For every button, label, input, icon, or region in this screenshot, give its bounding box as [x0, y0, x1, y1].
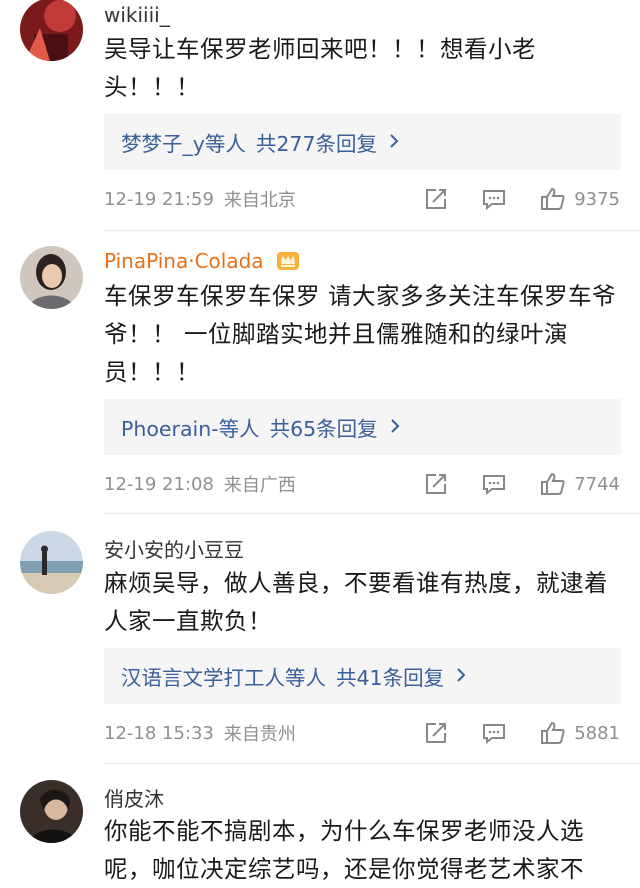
reply-users: 汉语言文学打工人等人	[121, 666, 326, 690]
comment-meta: 12-19 21:08 来自广西 7744	[104, 469, 620, 499]
reply-users: Phoerain-等人	[121, 417, 260, 441]
location: 来自广西	[223, 475, 296, 496]
like-count: 9375	[574, 188, 620, 210]
reply-users: 梦梦子_y等人	[121, 132, 246, 156]
reply-summary[interactable]: 汉语言文学打工人等人 共41条回复	[104, 648, 621, 704]
thumbs-up-icon[interactable]: 7744	[540, 472, 620, 496]
location: 来自贵州	[223, 724, 296, 745]
timestamp: 12-19 21:59	[104, 188, 214, 210]
comment-text: 吴导让车保罗老师回来吧！！！想看小老头！！！	[104, 35, 536, 101]
reply-summary[interactable]: Phoerain-等人 共65条回复	[104, 399, 621, 455]
username[interactable]: PinaPina·Colada	[104, 249, 300, 276]
comment-text: 麻烦吴导，做人善良，不要看谁有热度，就逮着人家一直欺负！	[104, 569, 608, 635]
avatar[interactable]	[20, 780, 83, 843]
username[interactable]: 俏皮沐	[104, 783, 164, 812]
reply-count: 共41条回复	[336, 666, 445, 690]
location: 来自北京	[223, 190, 296, 211]
like-count: 5881	[574, 722, 620, 744]
share-icon[interactable]	[424, 722, 448, 744]
username[interactable]: wikiiii_	[104, 3, 170, 27]
thumbs-up-icon[interactable]: 5881	[540, 721, 620, 745]
divider	[104, 513, 640, 514]
avatar[interactable]	[20, 246, 83, 309]
comment-icon[interactable]	[482, 722, 506, 744]
chevron-right-icon	[390, 415, 400, 439]
reply-summary[interactable]: 梦梦子_y等人 共277条回复	[104, 114, 621, 170]
chevron-right-icon	[456, 664, 466, 688]
reply-count: 共65条回复	[269, 417, 378, 441]
comment-meta: 12-18 15:33 来自贵州 5881	[104, 718, 620, 748]
avatar[interactable]	[20, 531, 83, 594]
chevron-right-icon	[389, 130, 399, 154]
comment-text: 你能不能不搞剧本，为什么车保罗老师没人选呢，咖位决定综艺吗，还是你觉得老艺术家不	[104, 817, 584, 883]
share-icon[interactable]	[424, 473, 448, 495]
divider	[104, 763, 640, 764]
comment-icon[interactable]	[482, 188, 506, 210]
comment-icon[interactable]	[482, 473, 506, 495]
timestamp: 12-18 15:33	[104, 722, 214, 744]
thumbs-up-icon[interactable]: 9375	[540, 187, 620, 211]
timestamp: 12-19 21:08	[104, 473, 214, 495]
username[interactable]: 安小安的小豆豆	[104, 534, 244, 563]
vip-crown-icon	[276, 249, 300, 276]
reply-count: 共277条回复	[255, 132, 378, 156]
username-text: PinaPina·Colada	[104, 249, 264, 273]
comment-text: 车保罗车保罗车保罗 请大家多多关注车保罗车爷爷！！ 一位脚踏实地并且儒雅随和的绿…	[104, 282, 616, 386]
comment-meta: 12-19 21:59 来自北京 9375	[104, 184, 620, 214]
divider	[104, 230, 640, 231]
avatar[interactable]	[20, 0, 83, 61]
like-count: 7744	[574, 473, 620, 495]
share-icon[interactable]	[424, 188, 448, 210]
